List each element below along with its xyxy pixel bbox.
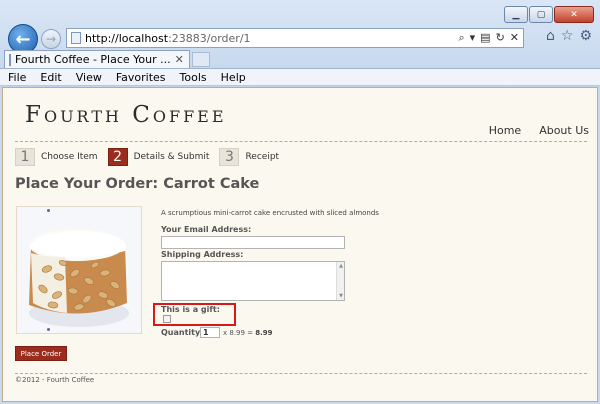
window-close-icon[interactable]: ✕: [554, 6, 594, 23]
page-title: Place Your Order: Carrot Cake: [15, 176, 260, 192]
shipping-address-textarea[interactable]: ▲ ▼: [161, 261, 345, 301]
window-controls: ▁ ▢ ✕: [504, 6, 594, 23]
menu-help[interactable]: Help: [221, 71, 246, 84]
menu-file[interactable]: File: [8, 71, 26, 84]
scroll-down-icon[interactable]: ▼: [338, 293, 344, 299]
refresh-icon[interactable]: ↻: [496, 31, 505, 45]
nav-home-link[interactable]: Home: [489, 124, 521, 137]
step-number: 2: [107, 148, 128, 166]
menu-bar: File Edit View Favorites Tools Help: [0, 68, 600, 86]
menu-tools[interactable]: Tools: [180, 71, 207, 84]
textarea-scrollbar[interactable]: ▲ ▼: [336, 262, 344, 300]
compat-icon[interactable]: ▤: [480, 31, 490, 45]
page-icon: [71, 32, 81, 44]
gift-checkbox[interactable]: [163, 315, 171, 323]
minimize-icon[interactable]: ▁: [504, 6, 528, 23]
list-bullet: [47, 209, 50, 212]
place-order-button[interactable]: Place Order: [15, 346, 67, 361]
step-choose-item: 1 Choose Item: [15, 148, 98, 166]
product-image: [16, 206, 142, 334]
menu-favorites[interactable]: Favorites: [116, 71, 166, 84]
product-description: A scrumptious mini-carrot cake encrusted…: [161, 209, 379, 217]
nav-about-link[interactable]: About Us: [539, 124, 589, 137]
tab-title: Fourth Coffee - Place Your ...: [15, 53, 171, 66]
quantity-field[interactable]: 1: [200, 327, 220, 338]
close-icon[interactable]: ✕: [175, 53, 184, 66]
url-host: http://localhost: [85, 31, 169, 45]
price-calculation: x 8.99 = 8.99: [223, 329, 273, 337]
step-label: Details & Submit: [133, 152, 210, 162]
browser-toolbar-icons: ⌂ ☆ ⚙: [546, 28, 592, 44]
menu-view[interactable]: View: [76, 71, 102, 84]
dropdown-icon[interactable]: ▾: [470, 31, 476, 45]
stop-icon[interactable]: ✕: [510, 31, 519, 45]
step-number: 1: [15, 148, 35, 166]
email-field[interactable]: [161, 236, 345, 249]
url-text[interactable]: http://localhost:23883/order/1: [85, 32, 251, 45]
browser-chrome: ▁ ▢ ✕ ← → http://localhost:23883/order/1…: [0, 0, 600, 88]
favorites-star-icon[interactable]: ☆: [561, 28, 574, 44]
address-tools: ⌕ ▾ ▤ ↻ ✕: [458, 31, 519, 45]
search-icon[interactable]: ⌕: [458, 31, 464, 45]
maximize-icon[interactable]: ▢: [529, 6, 553, 23]
site-logo[interactable]: Fourth Coffee: [25, 102, 227, 128]
address-bar[interactable]: http://localhost:23883/order/1 ⌕ ▾ ▤ ↻ ✕: [66, 28, 524, 48]
forward-arrow-icon[interactable]: →: [41, 29, 61, 49]
url-path: :23883/order/1: [168, 31, 251, 45]
home-icon[interactable]: ⌂: [546, 28, 555, 44]
site-nav: Home About Us: [489, 124, 589, 137]
order-steps: 1 Choose Item 2 Details & Submit 3 Recei…: [15, 148, 279, 166]
carrot-cake-image: [17, 207, 141, 333]
order-total: 8.99: [255, 329, 273, 337]
list-bullet: [47, 328, 50, 331]
new-tab-button[interactable]: [192, 52, 210, 67]
gift-label: This is a gift:: [161, 305, 220, 314]
step-details-submit: 2 Details & Submit: [107, 148, 210, 166]
browser-tab[interactable]: Fourth Coffee - Place Your ... ✕: [4, 50, 190, 68]
step-label: Choose Item: [41, 152, 98, 162]
web-page: Fourth Coffee Home About Us 1 Choose Ite…: [2, 87, 598, 402]
menu-edit[interactable]: Edit: [40, 71, 61, 84]
step-label: Receipt: [245, 152, 280, 162]
header-divider: [15, 141, 587, 142]
tab-page-icon: [9, 53, 11, 66]
price-multiplier: x 8.99 =: [223, 329, 254, 337]
email-label: Your Email Address:: [161, 225, 252, 234]
settings-gear-icon[interactable]: ⚙: [579, 28, 592, 44]
footer-divider: [15, 373, 587, 374]
scroll-up-icon[interactable]: ▲: [338, 263, 344, 269]
step-number: 3: [219, 148, 240, 166]
quantity-label: Quantity:: [161, 328, 204, 337]
step-receipt: 3 Receipt: [219, 148, 279, 166]
shipping-label: Shipping Address:: [161, 250, 244, 259]
footer-copyright: ©2012 - Fourth Coffee: [15, 376, 95, 384]
